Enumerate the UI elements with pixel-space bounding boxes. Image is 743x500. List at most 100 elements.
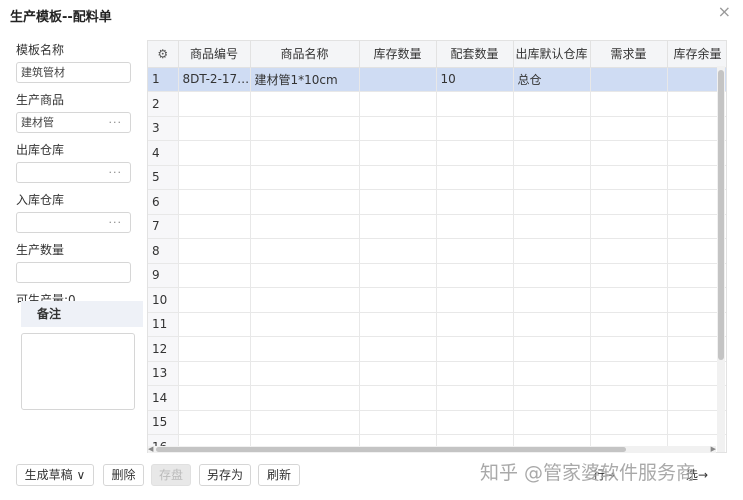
- scroll-left-icon[interactable]: ◀: [148, 445, 153, 453]
- default-warehouse-cell[interactable]: 总仓: [513, 67, 591, 92]
- product-name-cell[interactable]: [250, 336, 360, 362]
- product-code-cell[interactable]: [178, 361, 251, 386]
- default-warehouse-cell[interactable]: [513, 140, 591, 166]
- product-code-cell[interactable]: [178, 116, 251, 141]
- row-number[interactable]: 1: [148, 67, 179, 92]
- grid-settings-cell[interactable]: ⚙: [148, 41, 179, 68]
- set-qty-cell[interactable]: [436, 336, 514, 362]
- column-header[interactable]: 库存余量: [667, 41, 726, 68]
- column-header[interactable]: 商品名称: [250, 41, 360, 68]
- demand-cell[interactable]: [590, 385, 668, 411]
- save-button[interactable]: 存盘: [151, 464, 191, 486]
- table-row[interactable]: 8: [148, 238, 726, 264]
- row-number[interactable]: 15: [148, 410, 179, 435]
- set-qty-cell[interactable]: [436, 116, 514, 141]
- table-row[interactable]: 12: [148, 336, 726, 362]
- default-warehouse-cell[interactable]: [513, 116, 591, 141]
- ellipsis-icon[interactable]: ···: [109, 113, 123, 132]
- stock-qty-cell[interactable]: [359, 165, 437, 190]
- table-row[interactable]: 2: [148, 91, 726, 117]
- table-row[interactable]: 9: [148, 263, 726, 288]
- demand-cell[interactable]: [590, 189, 668, 215]
- close-icon[interactable]: ×: [718, 3, 731, 21]
- save-as-button[interactable]: 另存为: [199, 464, 251, 486]
- column-header[interactable]: 需求量: [590, 41, 668, 68]
- in-warehouse-picker[interactable]: ···: [16, 212, 131, 233]
- product-name-cell[interactable]: [250, 214, 360, 239]
- product-code-cell[interactable]: [178, 287, 251, 313]
- product-code-cell[interactable]: [178, 189, 251, 215]
- product-code-cell[interactable]: [178, 214, 251, 239]
- default-warehouse-cell[interactable]: [513, 312, 591, 337]
- demand-cell[interactable]: [590, 287, 668, 313]
- product-name-cell[interactable]: [250, 189, 360, 215]
- stock-qty-cell[interactable]: [359, 238, 437, 264]
- stock-qty-cell[interactable]: [359, 91, 437, 117]
- row-number[interactable]: 5: [148, 165, 179, 190]
- stock-qty-cell[interactable]: [359, 214, 437, 239]
- demand-cell[interactable]: [590, 91, 668, 117]
- set-qty-cell[interactable]: [436, 91, 514, 117]
- generate-draft-button[interactable]: 生成草稿 ∨: [16, 464, 94, 486]
- table-row[interactable]: 7: [148, 214, 726, 239]
- set-qty-cell[interactable]: [436, 165, 514, 190]
- default-warehouse-cell[interactable]: [513, 238, 591, 264]
- row-number[interactable]: 8: [148, 238, 179, 264]
- table-row[interactable]: 5: [148, 165, 726, 190]
- scrollbar-thumb[interactable]: [156, 447, 626, 452]
- product-name-cell[interactable]: [250, 263, 360, 288]
- stock-qty-cell[interactable]: [359, 312, 437, 337]
- column-header[interactable]: 配套数量: [436, 41, 514, 68]
- product-picker[interactable]: 建材管 ···: [16, 112, 131, 133]
- product-code-cell[interactable]: [178, 165, 251, 190]
- row-number[interactable]: 14: [148, 385, 179, 411]
- delete-button[interactable]: 删除: [103, 464, 144, 486]
- default-warehouse-cell[interactable]: [513, 287, 591, 313]
- refresh-button[interactable]: 刷新: [258, 464, 300, 486]
- default-warehouse-cell[interactable]: [513, 410, 591, 435]
- stock-qty-cell[interactable]: [359, 116, 437, 141]
- scrollbar-thumb[interactable]: [718, 70, 724, 360]
- table-row[interactable]: 4: [148, 140, 726, 166]
- product-code-cell[interactable]: [178, 91, 251, 117]
- stock-qty-cell[interactable]: [359, 361, 437, 386]
- default-warehouse-cell[interactable]: [513, 336, 591, 362]
- set-qty-cell[interactable]: [436, 287, 514, 313]
- set-qty-cell[interactable]: [436, 361, 514, 386]
- default-warehouse-cell[interactable]: [513, 361, 591, 386]
- row-number[interactable]: 10: [148, 287, 179, 313]
- demand-cell[interactable]: [590, 214, 668, 239]
- stock-qty-cell[interactable]: [359, 336, 437, 362]
- stock-qty-cell[interactable]: [359, 287, 437, 313]
- stock-qty-cell[interactable]: [359, 385, 437, 411]
- column-header[interactable]: 库存数量: [359, 41, 437, 68]
- row-number[interactable]: 6: [148, 189, 179, 215]
- demand-cell[interactable]: [590, 140, 668, 166]
- product-name-cell[interactable]: [250, 361, 360, 386]
- product-name-cell[interactable]: [250, 238, 360, 264]
- product-code-cell[interactable]: [178, 263, 251, 288]
- default-warehouse-cell[interactable]: [513, 91, 591, 117]
- demand-cell[interactable]: [590, 165, 668, 190]
- row-number[interactable]: 9: [148, 263, 179, 288]
- column-header[interactable]: 商品编号: [178, 41, 251, 68]
- column-header[interactable]: 出库默认仓库: [513, 41, 591, 68]
- product-code-cell[interactable]: [178, 336, 251, 362]
- product-name-cell[interactable]: [250, 116, 360, 141]
- row-number[interactable]: 3: [148, 116, 179, 141]
- default-warehouse-cell[interactable]: [513, 165, 591, 190]
- set-qty-cell[interactable]: [436, 238, 514, 264]
- product-name-cell[interactable]: [250, 140, 360, 166]
- demand-cell[interactable]: [590, 336, 668, 362]
- table-row[interactable]: 3: [148, 116, 726, 141]
- demand-cell[interactable]: [590, 410, 668, 435]
- product-name-cell[interactable]: [250, 91, 360, 117]
- table-row[interactable]: 14: [148, 385, 726, 411]
- product-code-cell[interactable]: [178, 140, 251, 166]
- table-row[interactable]: 10: [148, 287, 726, 313]
- product-name-cell[interactable]: [250, 385, 360, 411]
- row-number[interactable]: 13: [148, 361, 179, 386]
- ellipsis-icon[interactable]: ···: [109, 163, 123, 182]
- demand-cell[interactable]: [590, 361, 668, 386]
- set-qty-cell[interactable]: [436, 140, 514, 166]
